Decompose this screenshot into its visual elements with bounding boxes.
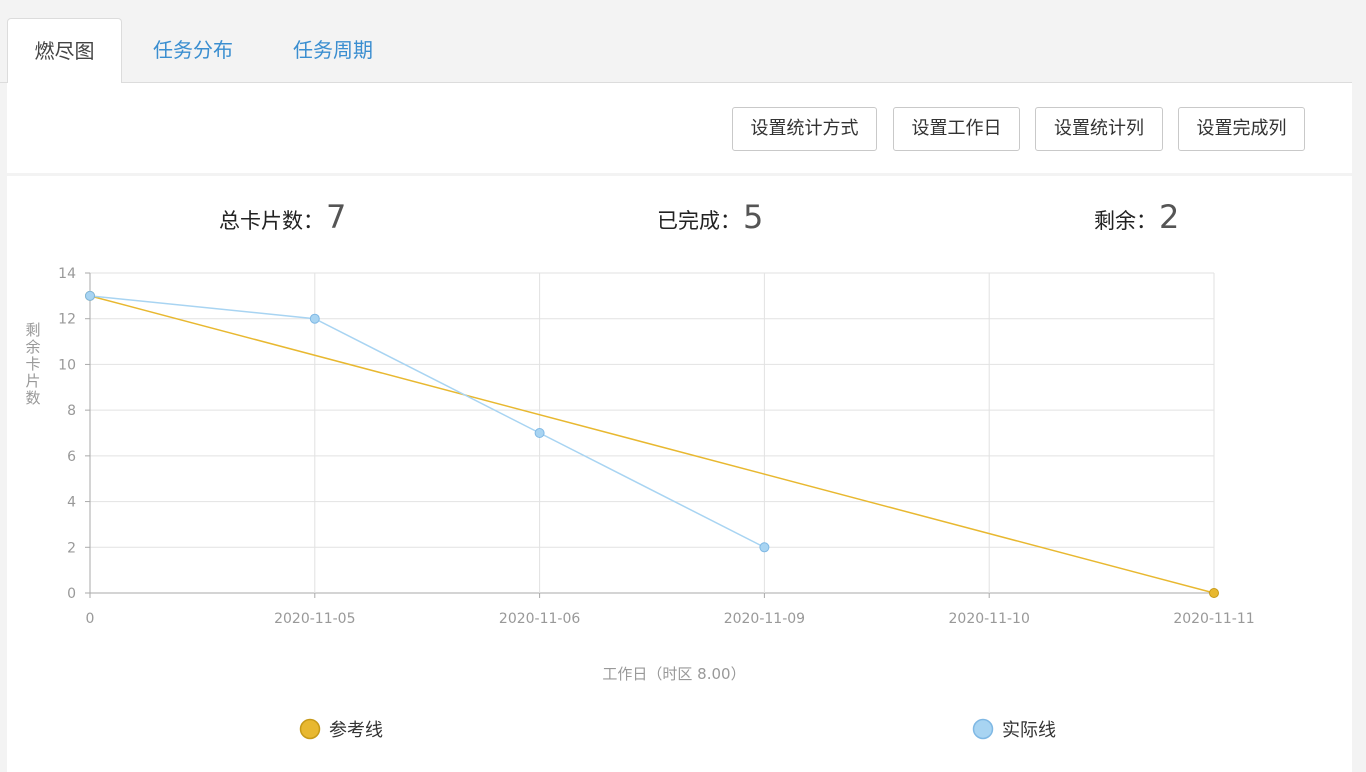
x-tick-label: 2020-11-05 [274, 611, 355, 627]
data-point-0 [1209, 588, 1219, 598]
y-tick-label: 0 [67, 586, 76, 602]
legend-label-1: 实际线 [1002, 720, 1056, 741]
y-tick-label: 10 [58, 357, 76, 373]
y-tick-label: 12 [58, 312, 76, 328]
set-done-column-button[interactable]: 设置完成列 [1178, 107, 1305, 151]
chart-grid [89, 272, 1215, 594]
chart-series [89, 295, 1215, 594]
y-axis-title-char: 剩 [25, 321, 40, 339]
x-tick-label: 0 [86, 611, 95, 627]
legend-swatch-1 [972, 718, 994, 740]
tab-task-cycle[interactable]: 任务周期 [268, 18, 398, 82]
x-axis-title: 工作日（时区 8.00） [602, 665, 745, 683]
data-point-1 [309, 313, 320, 324]
tab-bar: 燃尽图 任务分布 任务周期 [0, 0, 1352, 84]
x-tick-label: 2020-11-10 [949, 611, 1030, 627]
toolbar: 设置统计方式 设置工作日 设置统计列 设置完成列 [7, 83, 1352, 173]
series-line-1 [89, 295, 765, 548]
chart-panel: 总卡片数：7 已完成：5 剩余：2 0 2 4 6 8 10 12 14 0 2020-11-0… [7, 176, 1352, 772]
y-tick-label: 14 [58, 266, 76, 282]
chart-legend: 参考线 实际线 [299, 718, 1056, 741]
y-tick-label: 8 [67, 403, 76, 419]
x-axis-ticks: 0 2020-11-05 2020-11-06 2020-11-09 2020-11-1… [86, 593, 1255, 627]
y-axis-ticks: 0 2 4 6 8 10 12 14 [58, 266, 90, 602]
y-axis-title: 剩余卡片数 [25, 321, 40, 407]
set-workday-button[interactable]: 设置工作日 [893, 107, 1020, 151]
y-axis-title-char: 余 [25, 338, 40, 356]
y-tick-label: 6 [67, 449, 76, 465]
x-tick-label: 2020-11-11 [1173, 611, 1254, 627]
y-tick-label: 2 [67, 540, 76, 556]
set-stat-column-button[interactable]: 设置统计列 [1035, 107, 1163, 151]
data-point-1 [85, 290, 95, 301]
legend-swatch-0 [299, 718, 321, 740]
legend-label-0: 参考线 [329, 720, 383, 741]
set-stat-method-button[interactable]: 设置统计方式 [732, 107, 877, 151]
data-point-1 [759, 542, 770, 553]
y-axis-title-char: 数 [25, 389, 40, 407]
y-axis-title-char: 卡 [25, 355, 40, 373]
y-tick-label: 4 [67, 495, 76, 511]
data-point-1 [534, 428, 545, 438]
tab-burndown[interactable]: 燃尽图 [7, 18, 122, 84]
tab-task-distribution[interactable]: 任务分布 [128, 18, 258, 82]
x-tick-label: 2020-11-06 [499, 611, 580, 627]
burndown-chart: 0 2 4 6 8 10 12 14 0 2020-11-05 2020-11-06 2020-11… [25, 266, 1255, 741]
series-line-0 [89, 295, 1215, 594]
y-axis-title-char: 片 [25, 372, 40, 390]
x-tick-label: 2020-11-09 [724, 611, 805, 627]
